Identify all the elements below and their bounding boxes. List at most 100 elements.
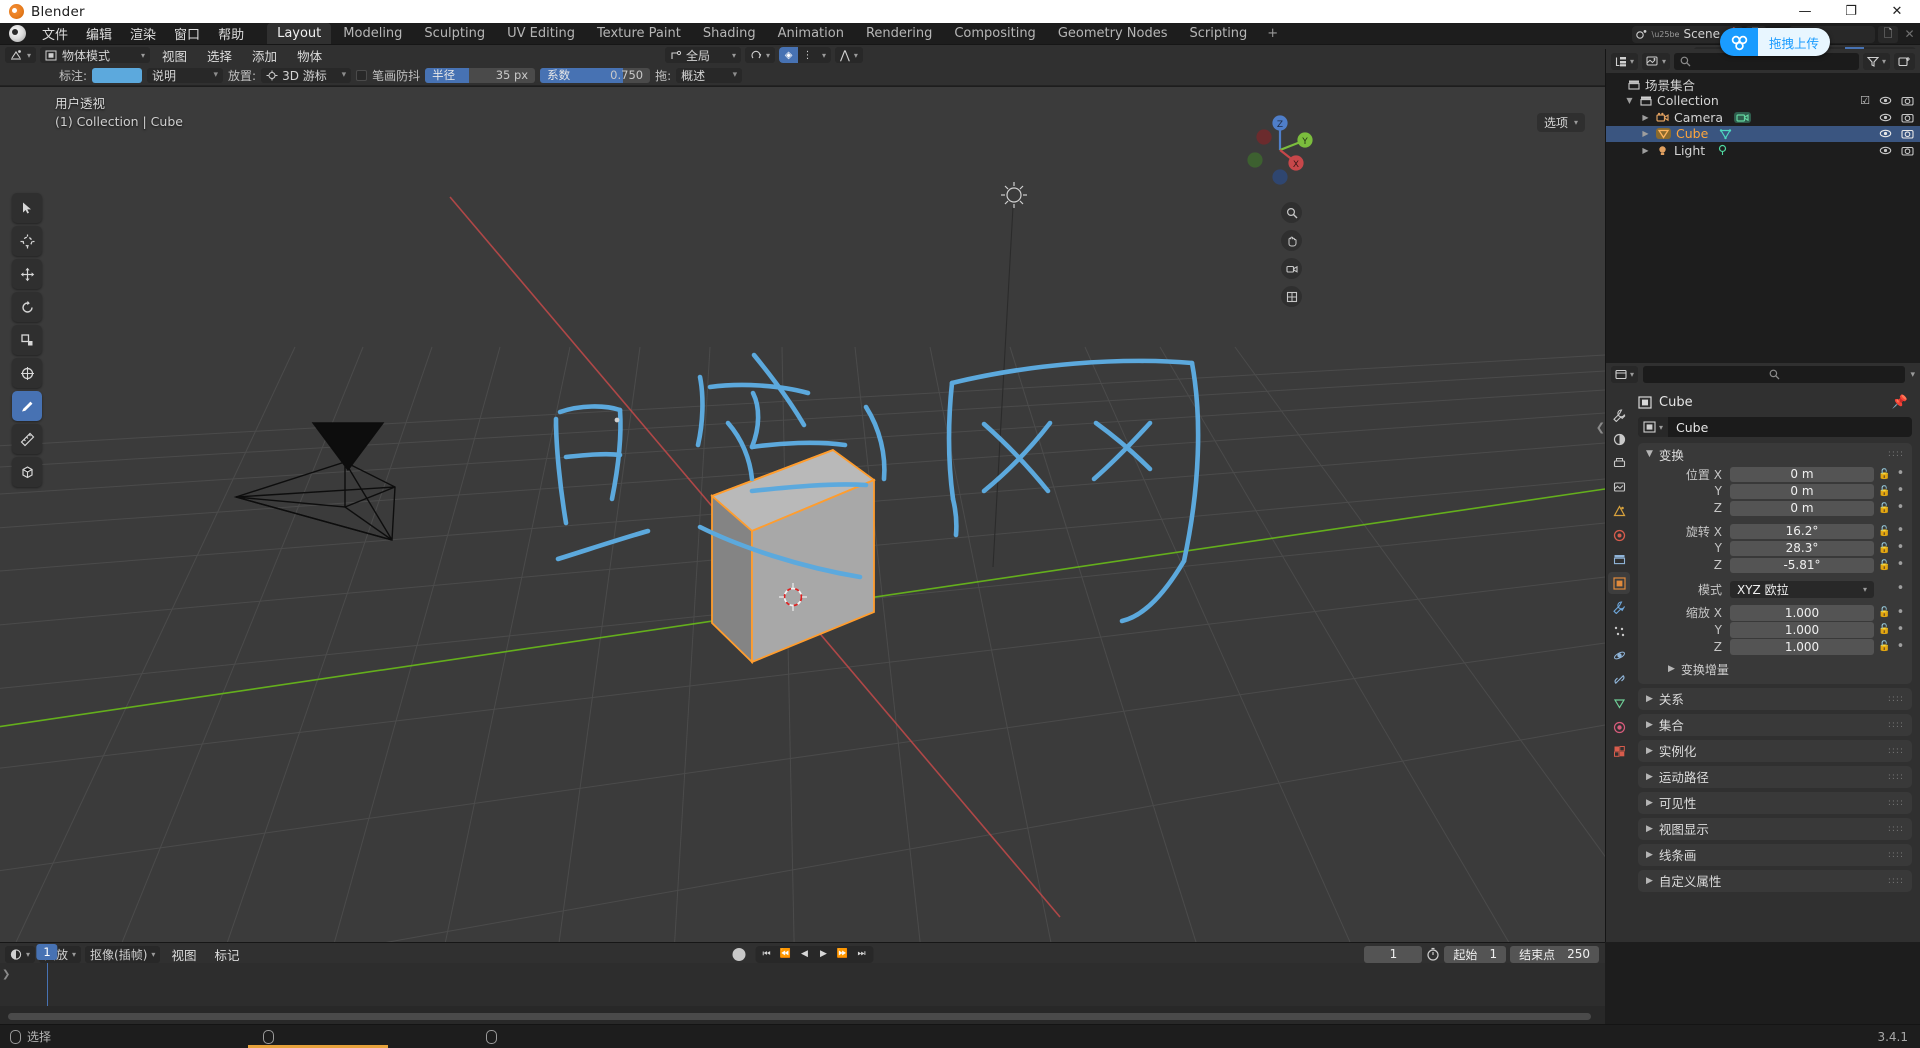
interaction-mode-dropdown[interactable]: 物体模式 ▾	[40, 47, 151, 63]
eye-icon[interactable]	[1879, 112, 1892, 123]
timeline-track[interactable]	[0, 963, 1605, 1006]
proportional-icon[interactable]: ⋮	[798, 47, 817, 63]
tab-collection-props[interactable]	[1608, 548, 1630, 570]
play-button[interactable]: ▶	[815, 946, 832, 963]
tab-texture[interactable]	[1608, 740, 1630, 762]
tab-physics[interactable]	[1608, 644, 1630, 666]
camera-view-icon[interactable]	[1281, 258, 1302, 279]
outliner-row-cube[interactable]: ▶ Cube	[1606, 125, 1920, 142]
transform-orientation-dropdown[interactable]: 全局 ▾	[665, 47, 742, 63]
eye-icon[interactable]	[1879, 128, 1892, 139]
tab-world[interactable]	[1608, 524, 1630, 546]
checkbox-icon[interactable]: ☑	[1860, 94, 1870, 107]
camera-render-icon[interactable]	[1901, 128, 1914, 139]
panel-viewport-display[interactable]: ▶ 视图显示 ::::	[1638, 817, 1912, 840]
annotation-layer-dropdown[interactable]: 说明 ▾	[147, 67, 224, 83]
tab-material[interactable]	[1608, 716, 1630, 738]
tool-scale[interactable]	[12, 325, 42, 355]
tab-layout[interactable]: Layout	[267, 23, 332, 44]
camera-render-icon[interactable]	[1901, 112, 1914, 123]
tab-uv-editing[interactable]: UV Editing	[497, 23, 585, 44]
play-reverse-button[interactable]: ◀	[796, 946, 813, 963]
tab-sculpting[interactable]: Sculpting	[414, 23, 495, 44]
properties-search-input[interactable]	[1643, 366, 1906, 383]
tab-rendering[interactable]: Rendering	[856, 23, 942, 44]
viewport-collapse-arrow[interactable]: ❮	[1596, 421, 1605, 434]
tab-scene[interactable]	[1608, 500, 1630, 522]
tab-modeling[interactable]: Modeling	[333, 23, 412, 44]
camera-render-icon[interactable]	[1901, 95, 1914, 106]
rotation-z-field[interactable]: -5.81°	[1730, 557, 1874, 573]
menu-window[interactable]: 窗口	[165, 22, 209, 45]
panel-relations[interactable]: ▶ 关系 ::::	[1638, 687, 1912, 710]
outliner-scene-collection-row[interactable]: 场景集合	[1606, 76, 1920, 93]
tab-compositing[interactable]: Compositing	[944, 23, 1046, 44]
tab-add-workspace[interactable]: +	[1259, 23, 1286, 44]
tool-transform[interactable]	[12, 358, 42, 388]
3d-viewport[interactable]: 用户透视 (1) Collection | Cube Z Y X 选项 ▾ ❮	[0, 87, 1605, 942]
outliner-filter-button[interactable]: ▾	[1862, 52, 1890, 70]
outliner-new-collection-button[interactable]	[1894, 52, 1915, 70]
tab-object[interactable]	[1608, 572, 1630, 594]
tool-measure[interactable]	[12, 424, 42, 454]
close-button[interactable]: ✕	[1874, 0, 1920, 23]
eye-icon[interactable]	[1879, 145, 1892, 156]
tool-annotate[interactable]	[12, 391, 42, 421]
delta-transform-subpanel[interactable]: ▶ 变换增量	[1638, 661, 1912, 678]
rotation-mode-dropdown[interactable]: XYZ 欧拉 ▾	[1730, 580, 1874, 598]
magnet-icon[interactable]: ◈	[779, 47, 799, 63]
expand-triangle-icon[interactable]: ▶	[1640, 146, 1651, 155]
menu-render[interactable]: 渲染	[121, 22, 165, 45]
lock-icon[interactable]: 🔓	[1878, 469, 1891, 480]
orthographic-toggle-icon[interactable]	[1281, 286, 1302, 307]
mesh-data-icon[interactable]	[1719, 128, 1732, 140]
tab-texture-paint[interactable]: Texture Paint	[587, 23, 691, 44]
object-id-field[interactable]: ▾ Cube	[1638, 417, 1912, 437]
rotation-x-field[interactable]: 16.2°	[1730, 523, 1874, 539]
stopwatch-icon[interactable]	[1426, 947, 1440, 961]
tool-rotate[interactable]	[12, 292, 42, 322]
timeline-horizontal-scrollbar[interactable]	[8, 1013, 1591, 1020]
panel-instancing[interactable]: ▶ 实例化 ::::	[1638, 739, 1912, 762]
light-data-icon[interactable]	[1716, 144, 1729, 156]
lock-icon[interactable]: 🔓	[1878, 624, 1891, 635]
camera-render-icon[interactable]	[1901, 145, 1914, 156]
prev-keyframe-button[interactable]: ⏪	[777, 946, 794, 963]
tool-move[interactable]	[12, 259, 42, 289]
navigation-gizmo[interactable]: Z Y X	[1243, 113, 1317, 187]
properties-editor-type-button[interactable]: ▾	[1611, 366, 1639, 383]
timeline-menu-view[interactable]: 视图	[164, 944, 203, 965]
location-y-field[interactable]: 0 m	[1730, 483, 1874, 499]
panel-custom-properties[interactable]: ▶ 自定义属性 ::::	[1638, 869, 1912, 892]
current-frame-field[interactable]: 1	[1364, 945, 1423, 963]
new-viewlayer-button[interactable]: 🗋	[1878, 25, 1898, 43]
camera-data-icon[interactable]	[1734, 111, 1752, 123]
lock-icon[interactable]: 🔓	[1878, 526, 1891, 537]
panel-visibility[interactable]: ▶ 可见性 ::::	[1638, 791, 1912, 814]
proportional-falloff-button[interactable]: ⋀ ▾	[835, 47, 863, 63]
factor-slider[interactable]: 系数 0.750	[540, 67, 651, 83]
rotation-y-field[interactable]: 28.3°	[1730, 540, 1874, 556]
outliner-row-collection[interactable]: ▼ Collection ☑	[1606, 93, 1920, 110]
outliner-row-light[interactable]: ▶ Light	[1606, 142, 1920, 159]
tool-tweak[interactable]	[12, 193, 42, 223]
tab-shading[interactable]: Shading	[693, 23, 766, 44]
timeline-editor-type-button[interactable]: ▾	[5, 945, 36, 963]
scale-y-field[interactable]: 1.000	[1730, 622, 1874, 638]
frame-end-field[interactable]: 结束点 250	[1510, 945, 1599, 963]
tool-cursor[interactable]	[12, 226, 42, 256]
snap-toggle-button[interactable]: ▾	[745, 47, 776, 63]
panel-motion-paths[interactable]: ▶ 运动路径 ::::	[1638, 765, 1912, 788]
scale-x-field[interactable]: 1.000	[1730, 605, 1874, 621]
expand-triangle-icon[interactable]: ▼	[1624, 96, 1635, 105]
tab-render[interactable]	[1608, 428, 1630, 450]
stabilize-stroke-checkbox[interactable]	[356, 69, 368, 81]
tab-modifiers[interactable]	[1608, 596, 1630, 618]
tab-scripting[interactable]: Scripting	[1179, 23, 1257, 44]
tab-animation[interactable]: Animation	[768, 23, 854, 44]
tab-output[interactable]	[1608, 452, 1630, 474]
menu-edit[interactable]: 编辑	[77, 22, 121, 45]
proportional-edit-group[interactable]: ◈ ⋮ ▾	[779, 47, 832, 63]
tab-geometry-nodes[interactable]: Geometry Nodes	[1048, 23, 1178, 44]
location-z-field[interactable]: 0 m	[1730, 500, 1874, 516]
